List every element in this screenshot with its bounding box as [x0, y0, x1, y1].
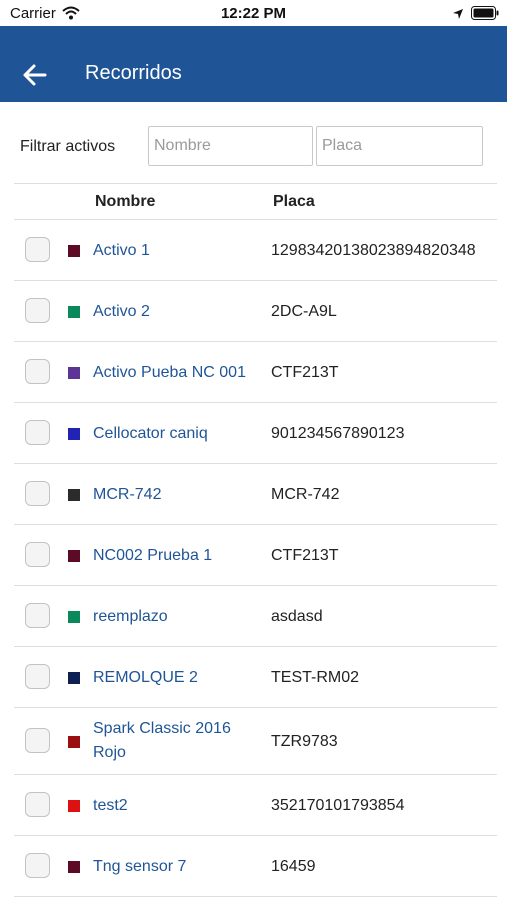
row-checkbox[interactable] [25, 542, 50, 567]
asset-name-link[interactable]: MCR-742 [93, 483, 268, 507]
asset-color-swatch [68, 800, 80, 812]
asset-name-link[interactable]: REMOLQUE 2 [93, 666, 268, 690]
row-checkbox[interactable] [25, 664, 50, 689]
row-checkbox[interactable] [25, 792, 50, 817]
asset-name-link[interactable]: Spark Classic 2016 Rojo [93, 717, 268, 765]
status-bar: Carrier 12:22 PM [0, 0, 507, 26]
table-body: Activo 1 12983420138023894820348 Activo 22… [14, 220, 497, 897]
asset-color-swatch [68, 736, 80, 748]
name-filter-input[interactable] [148, 126, 313, 166]
column-header-plate: Placa [273, 193, 315, 210]
table-row[interactable]: MCR-742 MCR-742 [14, 464, 497, 525]
asset-plate: CTF213T [271, 364, 339, 381]
asset-color-swatch [68, 672, 80, 684]
asset-plate: TZR9783 [271, 733, 338, 750]
asset-name-link[interactable]: Activo 2 [93, 300, 268, 324]
app-bar: Recorridos [0, 26, 507, 102]
asset-plate: 901234567890123 [271, 425, 405, 442]
row-checkbox[interactable] [25, 853, 50, 878]
asset-color-swatch [68, 428, 80, 440]
column-header-name: Nombre [95, 193, 156, 210]
table-row[interactable]: Cellocator caniq 901234567890123 [14, 403, 497, 464]
asset-name-link[interactable]: Cellocator caniq [93, 422, 268, 446]
status-time: 12:22 PM [220, 5, 287, 22]
asset-name-link[interactable]: test2 [93, 794, 268, 818]
table-row[interactable]: REMOLQUE 2 TEST-RM02 [14, 647, 497, 708]
page-title: Recorridos [85, 62, 182, 84]
asset-color-swatch [68, 550, 80, 562]
asset-color-swatch [68, 245, 80, 257]
table-row[interactable]: reemplazo asdasd [14, 586, 497, 647]
asset-color-swatch [68, 306, 80, 318]
back-arrow-icon[interactable] [22, 63, 48, 87]
asset-plate: TEST-RM02 [271, 669, 360, 686]
row-checkbox[interactable] [25, 298, 50, 323]
asset-plate: CTF213T [271, 547, 339, 564]
asset-name-link[interactable]: reemplazo [93, 605, 268, 629]
table-row[interactable]: Activo 1 12983420138023894820348 [14, 220, 497, 281]
table-row[interactable]: NC002 Prueba 1 CTF213T [14, 525, 497, 586]
asset-plate: 16459 [271, 858, 316, 875]
assets-table: Nombre Placa Activo 1 1298342013802389482… [14, 183, 497, 897]
row-checkbox[interactable] [25, 603, 50, 628]
row-checkbox[interactable] [25, 728, 50, 753]
asset-name-link[interactable]: NC002 Prueba 1 [93, 544, 268, 568]
battery-icon [471, 6, 499, 25]
row-checkbox[interactable] [25, 481, 50, 506]
asset-plate: 12983420138023894820348 [271, 242, 476, 259]
table-row[interactable]: test2 352170101793854 [14, 775, 497, 836]
asset-color-swatch [68, 611, 80, 623]
plate-filter-input[interactable] [316, 126, 483, 166]
asset-plate: 352170101793854 [271, 797, 405, 814]
table-row[interactable]: Activo 2 2DC-A9L [14, 281, 497, 342]
location-arrow-icon [452, 7, 464, 25]
asset-name-link[interactable]: Tng sensor 7 [93, 855, 268, 879]
table-header: Nombre Placa [14, 183, 497, 220]
asset-plate: asdasd [271, 608, 323, 625]
filter-label: Filtrar activos [20, 138, 116, 155]
filter-bar: Filtrar activos [0, 126, 507, 166]
asset-color-swatch [68, 861, 80, 873]
asset-color-swatch [68, 489, 80, 501]
table-row[interactable]: Tng sensor 7 16459 [14, 836, 497, 897]
asset-plate: MCR-742 [271, 486, 340, 503]
asset-name-link[interactable]: Activo Pueba NC 001 [93, 361, 268, 385]
asset-plate: 2DC-A9L [271, 303, 337, 320]
asset-color-swatch [68, 367, 80, 379]
table-row[interactable]: Spark Classic 2016 Rojo TZR9783 [14, 708, 497, 775]
asset-name-link[interactable]: Activo 1 [93, 239, 268, 263]
row-checkbox[interactable] [25, 359, 50, 384]
row-checkbox[interactable] [25, 420, 50, 445]
table-row[interactable]: Activo Pueba NC 001 CTF213T [14, 342, 497, 403]
row-checkbox[interactable] [25, 237, 50, 262]
